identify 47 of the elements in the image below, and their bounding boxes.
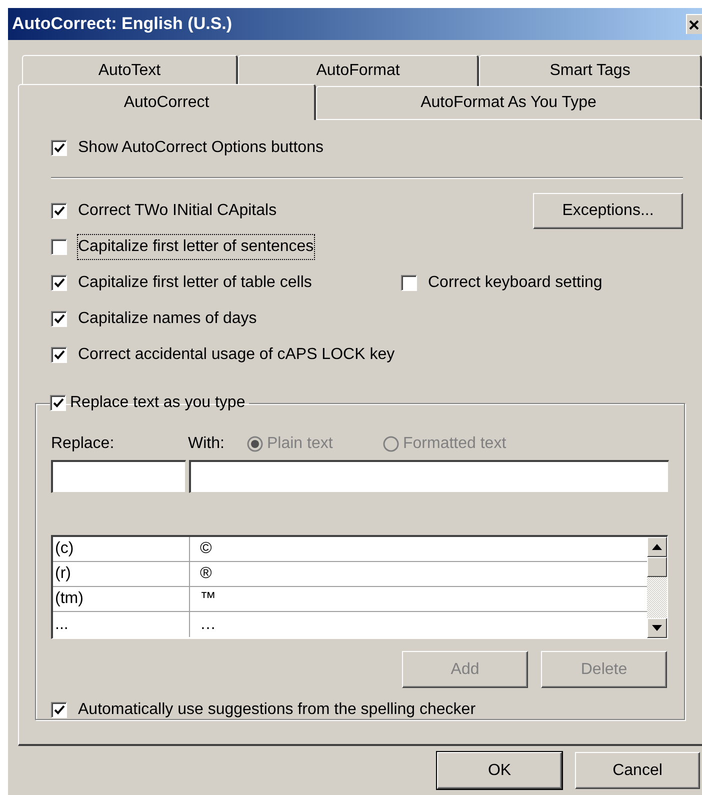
- checkbox[interactable]: [51, 702, 67, 718]
- field-label: With:: [188, 434, 226, 454]
- tab[interactable]: AutoFormat As You Type: [316, 86, 702, 120]
- checkbox-label: Capitalize first letter of table cells: [78, 273, 312, 293]
- checkbox[interactable]: [51, 275, 67, 291]
- field-label: Replace:: [51, 434, 116, 454]
- checkbox-label: Correct TWo INitial CApitals: [78, 201, 277, 221]
- table-cell[interactable]: ...: [53, 612, 190, 637]
- exceptions-button[interactable]: Exceptions...: [533, 193, 683, 229]
- table-cell[interactable]: (tm): [53, 587, 190, 611]
- checkbox-label: Correct accidental usage of cAPS LOCK key: [78, 345, 395, 365]
- replace-field[interactable]: [51, 460, 186, 493]
- table-cell[interactable]: (r): [53, 562, 190, 586]
- checkbox-label: Correct keyboard setting: [428, 273, 602, 293]
- radio-label: Formatted text: [403, 434, 506, 454]
- checkbox[interactable]: [50, 395, 66, 411]
- checkbox[interactable]: [51, 239, 67, 255]
- tab[interactable]: AutoCorrect: [18, 84, 316, 120]
- checkbox[interactable]: [401, 275, 417, 291]
- tab[interactable]: AutoText: [22, 55, 238, 86]
- checkbox[interactable]: [51, 140, 67, 156]
- checkbox[interactable]: [51, 347, 67, 363]
- table-cell[interactable]: ®: [190, 562, 647, 586]
- table-cell[interactable]: (c): [53, 537, 190, 561]
- window-title: AutoCorrect: English (U.S.): [12, 13, 232, 36]
- ok-button[interactable]: OK: [437, 752, 562, 789]
- table-cell[interactable]: …: [190, 612, 647, 637]
- table-cell[interactable]: ©: [190, 537, 647, 561]
- down-arrow-icon[interactable]: [652, 625, 662, 631]
- table-cell[interactable]: ™: [190, 587, 647, 611]
- scrollbar[interactable]: [647, 537, 667, 638]
- close-button[interactable]: [686, 14, 702, 34]
- checkbox-label: Replace text as you type: [70, 393, 246, 413]
- up-arrow-icon[interactable]: [652, 544, 662, 550]
- checkbox-label: Capitalize names of days: [78, 309, 257, 329]
- cancel-button[interactable]: Cancel: [575, 752, 700, 789]
- tab[interactable]: Smart Tags: [479, 55, 702, 86]
- tab[interactable]: AutoFormat: [238, 55, 479, 86]
- with-field[interactable]: [189, 460, 669, 493]
- checkbox-label: Show AutoCorrect Options buttons: [78, 138, 324, 158]
- scroll-thumb[interactable]: [647, 557, 667, 577]
- close-icon[interactable]: [689, 20, 701, 30]
- checkbox[interactable]: [51, 311, 67, 327]
- checkbox-label: Automatically use suggestions from the spelling checker: [78, 700, 476, 720]
- radio-label: Plain text: [267, 434, 333, 454]
- checkbox[interactable]: [51, 203, 67, 219]
- checkbox-label: Capitalize first letter of sentences: [78, 235, 314, 259]
